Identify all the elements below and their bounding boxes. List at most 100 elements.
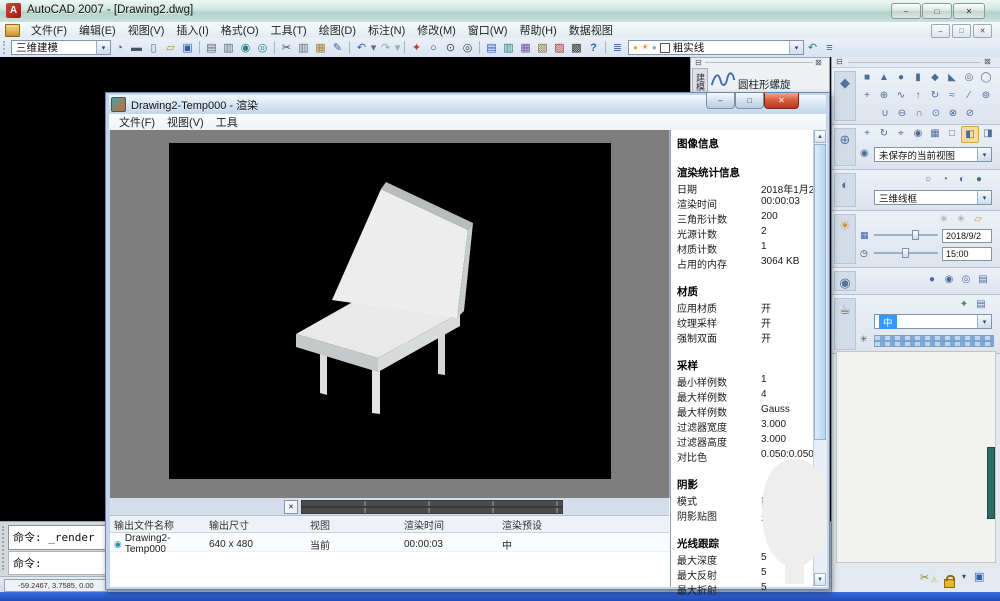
torus-icon[interactable]: ◎ — [961, 70, 977, 85]
publish-button[interactable]: ◉ — [237, 40, 254, 56]
polysolid-icon[interactable]: + — [859, 88, 875, 103]
hidden-style-icon[interactable]: ◐ — [954, 172, 970, 187]
table-header-cell[interactable]: 渲染时间 — [404, 517, 502, 532]
helix-icon[interactable] — [710, 69, 736, 91]
coordinates-readout[interactable]: -59.2467, 3.7585, 0.00 — [4, 579, 108, 592]
layer-dropdown[interactable]: ● ☀ ● 粗实线 ▾ — [628, 40, 804, 55]
zoom-window-button[interactable]: ⊙ — [442, 40, 459, 56]
markup-button[interactable]: ▨ — [551, 40, 568, 56]
doc-restore-button[interactable]: □ — [952, 24, 971, 38]
table-row[interactable]: ◉ Drawing2-Temp000 640 x 480 当前 00:00:03… — [110, 533, 669, 552]
dashboard-close-icon[interactable]: ⊠ — [984, 58, 991, 66]
palette-grab-bar[interactable] — [705, 62, 813, 63]
minimize-button[interactable]: – — [891, 3, 921, 19]
palette-tool-label[interactable]: 圆柱形螺旋 — [738, 77, 791, 92]
press-pull-icon[interactable]: ⊕ — [876, 88, 892, 103]
separator[interactable] — [479, 41, 480, 54]
palette-collapse-icon[interactable]: ⊟ — [695, 59, 702, 67]
material-editor-icon[interactable]: ◉ — [941, 272, 957, 287]
dashboard-grab-bar[interactable] — [848, 62, 980, 63]
properties-panel-icon[interactable]: ▣ — [974, 570, 984, 583]
3d-make-panel-icon[interactable]: ◆ — [834, 71, 856, 121]
render-preset-dropdown[interactable]: 中 ▾ — [874, 314, 992, 329]
walk-icon[interactable]: ▦ — [927, 126, 943, 141]
palette-tab-modeling[interactable]: 建模 — [692, 68, 708, 95]
sweep-icon[interactable]: ∿ — [893, 88, 909, 103]
properties-button[interactable]: ▤ — [483, 40, 500, 56]
planar-surface-icon[interactable]: ◯ — [978, 70, 994, 85]
pyramid-icon[interactable]: ◆ — [927, 70, 943, 85]
hidden-view-icon[interactable]: ◧ — [961, 126, 979, 143]
menu-item[interactable]: 插入(I) — [170, 21, 214, 39]
named-views-icon[interactable]: ◨ — [980, 126, 996, 141]
render-settings-icon[interactable]: ▤ — [973, 297, 989, 312]
set-view-icon[interactable]: ◉ — [860, 148, 869, 159]
helix-tool-icon[interactable]: ⊚ — [978, 88, 994, 103]
material-sphere-icon[interactable]: ● — [924, 272, 940, 287]
lock-icon[interactable] — [944, 575, 955, 593]
palette-menu-dropdown-icon[interactable]: ▾ — [962, 572, 966, 581]
workspace-dropdown[interactable]: 三维建模 ▾ — [11, 40, 111, 55]
workspace-settings-button[interactable]: ◔ — [111, 40, 128, 56]
zoom-previous-button[interactable]: ◎ — [459, 40, 476, 56]
menu-item[interactable]: 修改(M) — [411, 21, 462, 39]
3d-align-icon[interactable]: ⊘ — [962, 106, 978, 121]
look-icon[interactable]: ⌖ — [893, 126, 909, 141]
separator[interactable] — [274, 41, 275, 54]
sphere-icon[interactable]: ● — [893, 70, 909, 85]
doc-close-button[interactable]: ✕ — [973, 24, 992, 38]
render-menu-item[interactable]: 工具 — [210, 113, 244, 131]
menu-item[interactable]: 窗口(W) — [462, 21, 514, 39]
intersect-icon[interactable]: ∩ — [911, 106, 927, 121]
pan-icon[interactable]: + — [859, 126, 875, 141]
undo-dropdown[interactable]: ▾ — [370, 40, 377, 56]
material-globe-icon[interactable]: ◎ — [958, 272, 974, 287]
sun-status-icon[interactable]: ✳ — [936, 212, 952, 227]
visual-style-panel-icon[interactable]: ◐ — [834, 173, 856, 207]
menu-item[interactable]: 标注(N) — [362, 21, 411, 39]
open-file-button[interactable]: ▱ — [162, 40, 179, 56]
realistic-style-icon[interactable]: ● — [971, 172, 987, 187]
light-panel-icon[interactable]: ☀ — [834, 214, 856, 264]
undo-button[interactable]: ↶ — [353, 40, 370, 56]
cut-button[interactable]: ✂ — [278, 40, 295, 56]
dwf-publish-button[interactable]: ◎ — [254, 40, 271, 56]
menu-item[interactable]: 帮助(H) — [514, 21, 563, 39]
zoom-realtime-button[interactable]: ○ — [425, 40, 442, 56]
menu-item[interactable]: 视图(V) — [122, 21, 171, 39]
help-button[interactable]: ? — [585, 40, 602, 56]
close-button[interactable]: ✕ — [953, 3, 985, 19]
light-list-icon[interactable]: ▱ — [970, 212, 986, 227]
wedge-icon[interactable]: ◣ — [944, 70, 960, 85]
cylinder-icon[interactable]: ▮ — [910, 70, 926, 85]
paste-button[interactable]: ▦ — [312, 40, 329, 56]
separator[interactable] — [199, 41, 200, 54]
menu-item[interactable]: 格式(O) — [215, 21, 265, 39]
redraw-button[interactable]: ✦ — [408, 40, 425, 56]
scrollbar-thumb[interactable] — [814, 144, 826, 440]
plot-preview-button[interactable]: ▥ — [220, 40, 237, 56]
separator[interactable] — [605, 41, 606, 54]
new-file-button[interactable]: ▯ — [145, 40, 162, 56]
sun-time-slider[interactable] — [874, 248, 938, 258]
sun-date-field[interactable]: 2018/9/2 — [942, 229, 992, 243]
save-button[interactable]: ▣ — [179, 40, 196, 56]
sky-status-icon[interactable]: ✳ — [953, 212, 969, 227]
cancel-render-button[interactable]: ✕ — [284, 500, 298, 514]
camera-icon[interactable]: ◉ — [910, 126, 926, 141]
maximize-button[interactable]: □ — [922, 3, 952, 19]
workspace-save-button[interactable]: ▬ — [128, 40, 145, 56]
3d-rotate-icon[interactable]: ⊗ — [945, 106, 961, 121]
wireframe-2d-icon[interactable]: ○ — [920, 172, 936, 187]
menu-item[interactable]: 文件(F) — [25, 21, 73, 39]
palette-close-icon[interactable]: ⊠ — [815, 59, 822, 67]
palette-side-tab[interactable] — [987, 447, 995, 519]
command-window-grip[interactable] — [2, 526, 7, 570]
layer-states-button[interactable]: ≡ — [821, 40, 838, 56]
table-header-cell[interactable]: 输出文件名称 — [114, 517, 209, 532]
match-properties-button[interactable]: ✎ — [329, 40, 346, 56]
toolbar-grip[interactable] — [3, 41, 8, 54]
tool-palettes-button[interactable]: ▦ — [517, 40, 534, 56]
subtract-icon[interactable]: ⊖ — [894, 106, 910, 121]
named-view-dropdown[interactable]: 未保存的当前视图 ▾ — [874, 147, 992, 162]
